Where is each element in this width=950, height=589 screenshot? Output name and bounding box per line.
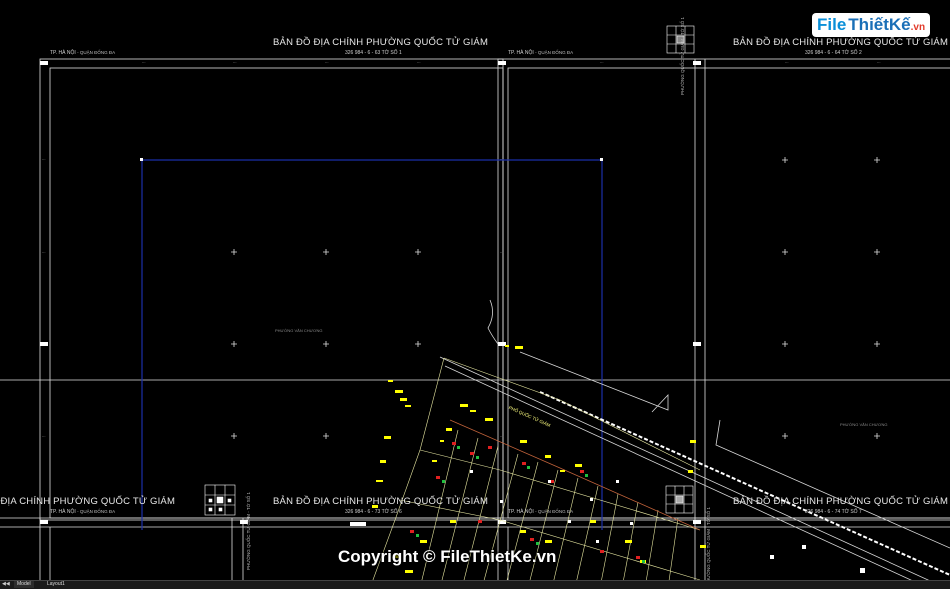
ward-label-right: PHƯỜNG VĂN CHƯƠNG (840, 422, 888, 427)
ward-boundary (449, 419, 701, 531)
sheet-code-6: 326 984 - 6 - 73 TỜ SỐ 6 (345, 509, 402, 515)
copyright-watermark: Copyright © FileThietKe.vn (338, 547, 557, 566)
sheet-index-grid-bottom (204, 484, 236, 516)
city-label-6: TP. HÀ NỘI - QUẬN ĐỐNG ĐA (50, 509, 116, 515)
sheet-frame-1 (39, 58, 504, 521)
sheet-title-6: BẢN ĐỒ ĐỊA CHÍNH PHƯỜNG QUỐC TỬ GIÁM (273, 496, 489, 507)
tab-nav-arrows[interactable]: ◀◀ (2, 581, 10, 588)
svg-text:---: --- (42, 250, 46, 254)
filethietke-logo: File ThiếtKế .vn (812, 12, 931, 38)
svg-text:---: --- (785, 60, 789, 64)
side-label-bottom: PHƯỜNG QUỐC TỬ GIÁM - TỜ SỐ 1 (246, 492, 251, 570)
sheet-title-2: BẢN ĐỒ ĐỊA CHÍNH PHƯỜNG QUỐC TỬ GIÁM (733, 37, 949, 48)
side-label-bottom-right: PHƯỜNG QUỐC TỬ GIÁM - TỜ SỐ 1 (706, 507, 711, 585)
svg-text:---: --- (233, 60, 237, 64)
sheet-code-1: 326 984 - 6 - 63 TỜ SỐ 1 (345, 50, 402, 56)
svg-text:---: --- (42, 157, 46, 161)
ward-label-left: PHƯỜNG VĂN CHƯƠNG (275, 328, 323, 333)
city-label-1: TP. HÀ NỘI - QUẬN ĐỐNG ĐA (50, 50, 116, 56)
svg-text:---: --- (325, 60, 329, 64)
side-label-top: PHƯỜNG QUỐC TỬ GIÁM - TỜ SỐ 1 (680, 17, 685, 95)
svg-text:---: --- (877, 60, 881, 64)
city-label-7: TP. HÀ NỘI - QUẬN ĐỐNG ĐA (508, 509, 574, 515)
svg-text:---: --- (500, 250, 504, 254)
svg-text:---: --- (42, 434, 46, 438)
sheet-code-2: 326 984 - 6 - 64 TỜ SỐ 2 (805, 50, 862, 56)
sheet-frame-2 (497, 58, 950, 521)
viewport-boundary (141, 159, 603, 530)
tab-model[interactable]: Model (14, 581, 34, 588)
svg-text:---: --- (600, 60, 604, 64)
grid-coordinate-ticks: --- --- --- --- --- --- --- --------- -------… (42, 60, 881, 438)
sheet-title-1: BẢN ĐỒ ĐỊA CHÍNH PHƯỜNG QUỐC TỬ GIÁM (273, 37, 489, 48)
city-label-2: TP. HÀ NỘI - QUẬN ĐỐNG ĐA (508, 50, 574, 56)
cad-drawing-canvas[interactable]: --- --- --- --- --- --- --- --- --- --- --- --- -… (0, 0, 950, 589)
svg-text:---: --- (417, 60, 421, 64)
sheet-index-grid-right (665, 485, 694, 514)
title-bars (350, 522, 366, 526)
svg-text:---: --- (142, 60, 146, 64)
sheet-title-5: BẢN ĐỒ ĐỊA CHÍNH PHƯỜNG QUỐC TỬ GIÁM (0, 496, 176, 507)
grid-crosses (231, 157, 880, 439)
svg-text:---: --- (500, 434, 504, 438)
sheet-code-7: 326 984 - 6 - 74 TỜ SỐ 7 (805, 509, 862, 515)
sheet-title-7: BẢN ĐỒ ĐỊA CHÍNH PHƯỜNG QUỐC TỬ GIÁM (733, 496, 949, 507)
sheet-inner-1 (49, 67, 504, 519)
tab-layout1[interactable]: Layout1 (44, 581, 68, 588)
